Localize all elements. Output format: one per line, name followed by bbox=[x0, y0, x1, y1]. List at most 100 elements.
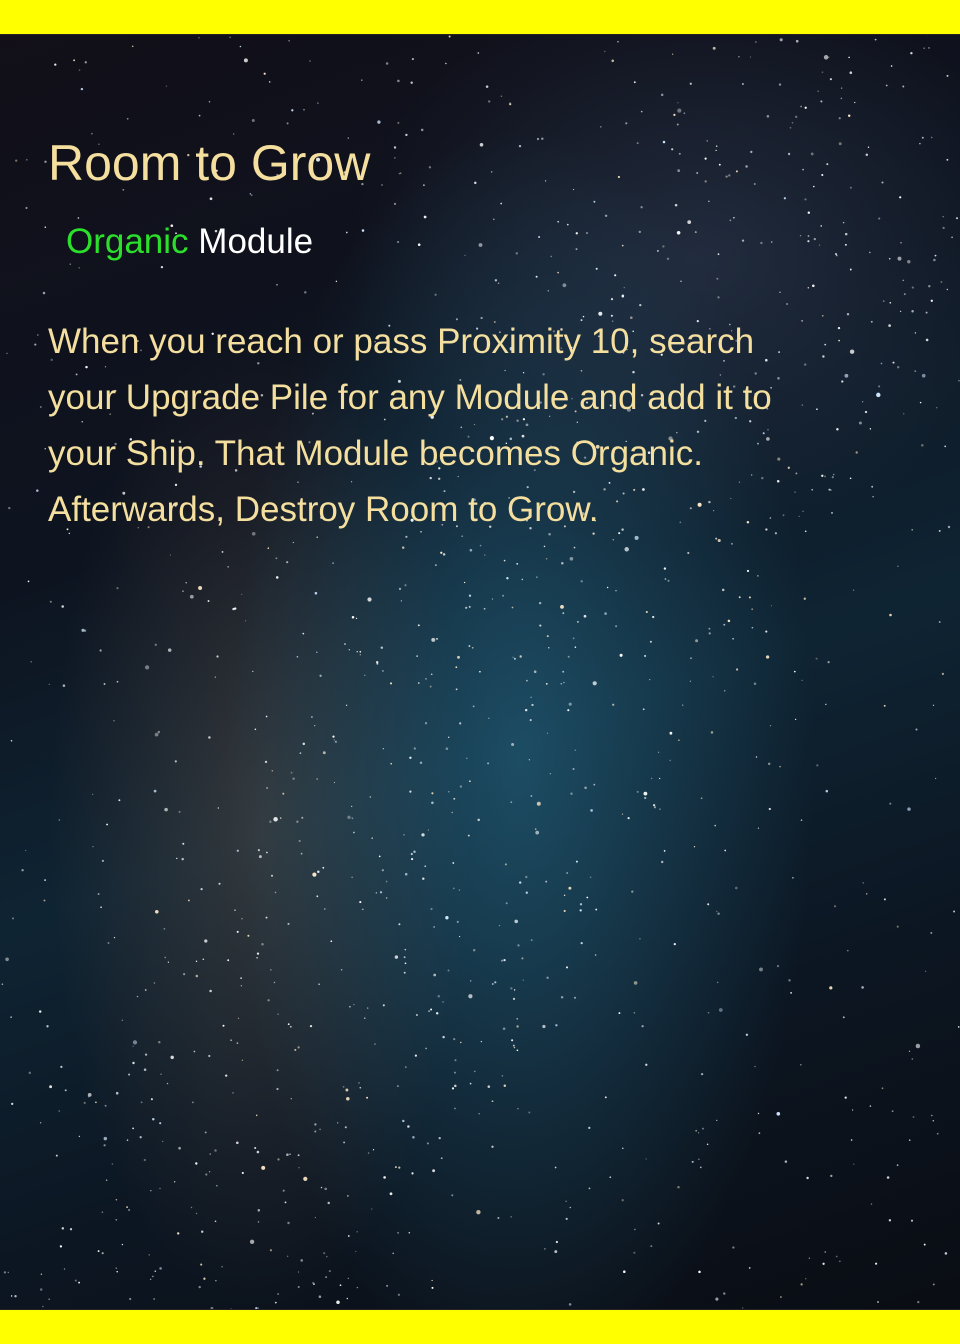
star bbox=[256, 952, 260, 955]
star bbox=[152, 1118, 155, 1121]
star bbox=[829, 986, 833, 990]
star bbox=[417, 624, 420, 627]
star bbox=[255, 1114, 258, 1117]
star bbox=[760, 241, 763, 245]
star bbox=[176, 857, 178, 860]
rules-line: your Upgrade Pile for any Module and add… bbox=[48, 378, 772, 417]
star bbox=[915, 728, 918, 731]
star bbox=[61, 605, 64, 608]
star bbox=[663, 850, 666, 852]
star bbox=[479, 143, 484, 147]
star bbox=[851, 1109, 854, 1111]
star bbox=[36, 489, 39, 492]
star bbox=[425, 1047, 427, 1050]
star bbox=[933, 258, 936, 262]
star bbox=[497, 282, 500, 284]
star bbox=[471, 646, 474, 649]
star bbox=[469, 980, 472, 982]
star bbox=[588, 1187, 591, 1190]
star bbox=[910, 52, 913, 55]
star bbox=[318, 983, 320, 985]
star bbox=[516, 1025, 519, 1028]
star bbox=[560, 605, 564, 609]
star bbox=[674, 203, 678, 207]
star bbox=[183, 973, 186, 976]
star bbox=[445, 62, 447, 65]
star bbox=[115, 1219, 118, 1221]
star bbox=[150, 1189, 152, 1192]
star bbox=[698, 1158, 700, 1160]
star bbox=[417, 243, 421, 246]
star bbox=[430, 907, 433, 911]
star bbox=[25, 206, 28, 210]
star bbox=[617, 175, 620, 179]
star bbox=[453, 1038, 456, 1041]
star bbox=[459, 785, 463, 788]
star bbox=[274, 1301, 277, 1304]
star bbox=[7, 1271, 9, 1274]
star bbox=[570, 792, 573, 795]
star bbox=[131, 45, 134, 48]
star bbox=[367, 1152, 370, 1154]
star bbox=[30, 661, 32, 663]
star bbox=[848, 56, 850, 59]
star bbox=[78, 69, 81, 71]
star bbox=[347, 1235, 350, 1237]
star bbox=[240, 985, 242, 987]
star bbox=[695, 1129, 698, 1132]
star bbox=[813, 185, 815, 188]
star bbox=[882, 300, 885, 303]
star bbox=[891, 1110, 894, 1113]
star bbox=[416, 655, 418, 657]
star bbox=[332, 735, 335, 738]
star bbox=[36, 334, 39, 336]
star bbox=[136, 995, 139, 998]
star bbox=[677, 1185, 680, 1189]
star bbox=[105, 1179, 108, 1181]
star bbox=[198, 585, 203, 591]
star bbox=[273, 817, 278, 822]
star bbox=[799, 1063, 802, 1066]
star bbox=[333, 781, 335, 784]
star bbox=[418, 682, 420, 684]
star bbox=[431, 1286, 434, 1289]
star bbox=[404, 948, 407, 951]
star bbox=[477, 818, 480, 822]
star bbox=[319, 674, 322, 677]
star bbox=[484, 554, 486, 556]
star bbox=[706, 1143, 709, 1146]
star bbox=[522, 979, 525, 981]
star bbox=[351, 876, 353, 878]
star bbox=[759, 967, 763, 972]
star bbox=[593, 783, 596, 786]
star bbox=[393, 146, 397, 149]
star bbox=[271, 770, 274, 772]
star bbox=[928, 285, 931, 288]
star bbox=[621, 294, 625, 298]
star bbox=[472, 949, 476, 952]
star bbox=[169, 554, 172, 556]
star bbox=[442, 1035, 445, 1039]
star bbox=[742, 83, 744, 85]
star bbox=[149, 1278, 152, 1281]
star bbox=[289, 1153, 291, 1155]
star bbox=[204, 1131, 207, 1134]
star bbox=[132, 1127, 134, 1130]
star bbox=[779, 291, 781, 293]
star bbox=[74, 1279, 77, 1282]
star bbox=[355, 617, 358, 620]
star bbox=[451, 1087, 455, 1090]
star bbox=[347, 815, 351, 819]
star bbox=[59, 1245, 63, 1248]
star bbox=[716, 277, 719, 280]
star bbox=[534, 828, 537, 830]
star bbox=[121, 1243, 124, 1246]
star bbox=[393, 202, 397, 205]
star bbox=[621, 244, 624, 247]
star bbox=[593, 200, 596, 203]
star bbox=[83, 629, 87, 632]
star bbox=[869, 251, 871, 254]
star bbox=[411, 58, 414, 61]
star bbox=[500, 959, 504, 962]
star bbox=[44, 160, 47, 164]
